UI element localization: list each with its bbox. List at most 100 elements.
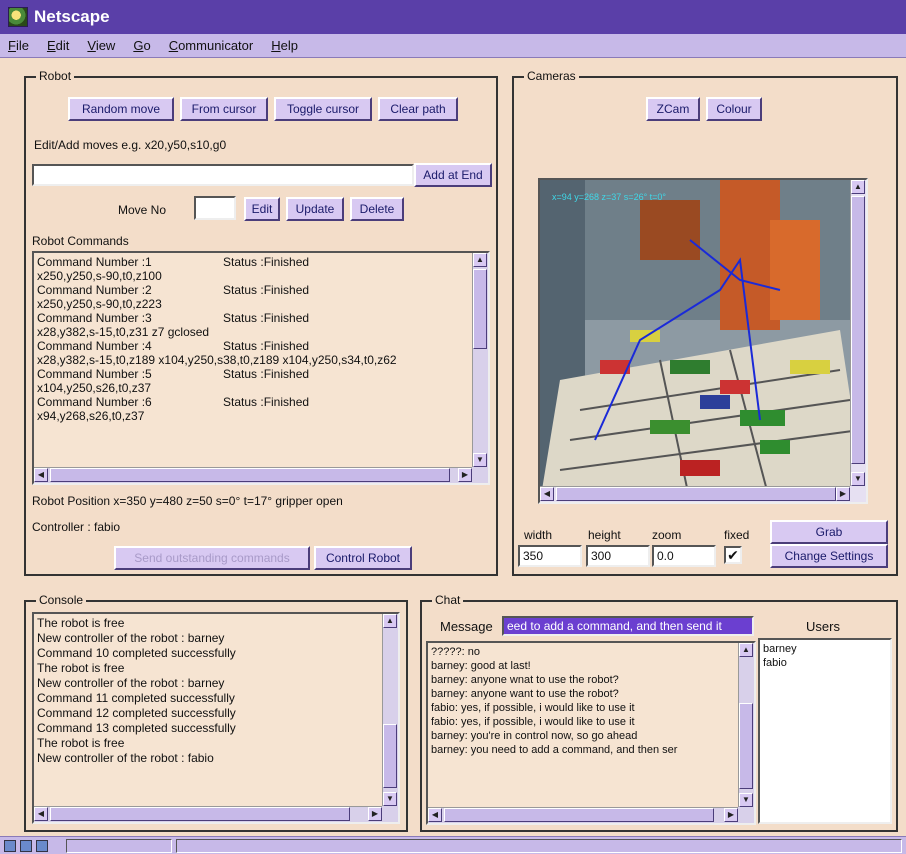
console-line: The robot is free	[37, 616, 125, 630]
menu-go[interactable]: Go	[133, 38, 150, 53]
status-icon	[4, 840, 16, 852]
user-item[interactable]: barney	[763, 642, 797, 656]
delete-button[interactable]: Delete	[350, 197, 404, 221]
chat-log[interactable]: ?????: no barney: good at last! barney: …	[426, 641, 756, 825]
chat-vscroll[interactable]: ▲ ▼	[738, 643, 754, 807]
camera-hscroll[interactable]: ◀ ▶	[540, 486, 850, 502]
user-item[interactable]: fabio	[763, 656, 797, 670]
console-legend: Console	[36, 593, 87, 607]
scroll-thumb[interactable]	[50, 468, 450, 482]
scroll-right-icon[interactable]: ▶	[458, 468, 472, 482]
command-head: Command Number :2	[37, 283, 152, 297]
scroll-thumb[interactable]	[383, 724, 397, 788]
console-vscroll[interactable]: ▲ ▼	[382, 614, 398, 806]
command-head: Command Number :6	[37, 395, 152, 409]
chat-line: barney: anyone wnat to use the robot?	[431, 674, 619, 686]
console-line: New controller of the robot : barney	[37, 631, 225, 645]
control-robot-button[interactable]: Control Robot	[314, 546, 412, 570]
random-move-button[interactable]: Random move	[68, 97, 174, 121]
chat-line: ?????: no	[431, 646, 480, 658]
zoom-input[interactable]: 0.0	[652, 545, 716, 567]
chat-line: barney: good at last!	[431, 660, 531, 672]
title-bar: Netscape	[0, 0, 906, 34]
scroll-down-icon[interactable]: ▼	[383, 792, 397, 806]
chat-line: barney: anyone want to use the robot?	[431, 688, 619, 700]
move-no-input[interactable]	[194, 196, 236, 220]
colour-button[interactable]: Colour	[706, 97, 762, 121]
scroll-up-icon[interactable]: ▲	[739, 643, 753, 657]
cameras-legend: Cameras	[524, 69, 579, 83]
menu-edit[interactable]: Edit	[47, 38, 69, 53]
camera-overlay-text: x=94 y=268 z=37 s=26° t=0°	[552, 192, 667, 202]
robot-position-label: Robot Position x=350 y=480 z=50 s=0° t=1…	[32, 494, 343, 508]
from-cursor-button[interactable]: From cursor	[180, 97, 268, 121]
status-progress-field	[66, 839, 172, 853]
height-input[interactable]: 300	[586, 545, 650, 567]
zoom-label: zoom	[652, 528, 682, 542]
grab-button[interactable]: Grab	[770, 520, 888, 544]
scroll-right-icon[interactable]: ▶	[368, 807, 382, 821]
console-line: New controller of the robot : barney	[37, 676, 225, 690]
command-status: Status :Finished	[223, 339, 310, 353]
scroll-left-icon[interactable]: ◀	[34, 468, 48, 482]
console-hscroll[interactable]: ◀ ▶	[34, 806, 382, 822]
scroll-corner	[850, 486, 866, 502]
camera-vscroll[interactable]: ▲ ▼	[850, 180, 866, 486]
scroll-left-icon[interactable]: ◀	[428, 808, 442, 822]
commands-text: Command Number :1 Status :Finished x250,y…	[37, 255, 457, 423]
command-detail: x104,y250,s26,t0,z37	[37, 381, 152, 395]
status-icon	[36, 840, 48, 852]
scroll-thumb[interactable]	[444, 808, 714, 822]
scroll-thumb[interactable]	[851, 196, 865, 464]
scroll-down-icon[interactable]: ▼	[739, 793, 753, 807]
menu-view[interactable]: View	[87, 38, 115, 53]
console-line: Command 10 completed successfully	[37, 646, 236, 660]
scroll-thumb[interactable]	[739, 703, 753, 789]
commands-hscroll[interactable]: ◀ ▶	[34, 467, 472, 483]
fixed-checkbox[interactable]: ✔	[724, 546, 742, 564]
command-detail: x28,y382,s-15,t0,z189 x104,y250,s38,t0,z…	[37, 353, 397, 367]
scroll-thumb[interactable]	[50, 807, 350, 821]
camera-view[interactable]: x=94 y=268 z=37 s=26° t=0° ▲ ▼ ◀ ▶	[538, 178, 868, 504]
clear-path-button[interactable]: Clear path	[378, 97, 458, 121]
command-row: Command Number :1 Status :Finished	[37, 255, 457, 269]
scroll-right-icon[interactable]: ▶	[724, 808, 738, 822]
scroll-thumb[interactable]	[473, 269, 487, 349]
robot-commands-list[interactable]: Command Number :1 Status :Finished x250,y…	[32, 251, 490, 485]
window-title: Netscape	[34, 7, 110, 26]
scroll-up-icon[interactable]: ▲	[473, 253, 487, 267]
commands-vscroll[interactable]: ▲ ▼	[472, 253, 488, 467]
chat-hscroll[interactable]: ◀ ▶	[428, 807, 738, 823]
users-label: Users	[806, 619, 840, 634]
message-label: Message	[440, 619, 493, 634]
users-list[interactable]: barney fabio	[758, 638, 892, 824]
toggle-cursor-button[interactable]: Toggle cursor	[274, 97, 372, 121]
menu-help[interactable]: Help	[271, 38, 298, 53]
zcam-button[interactable]: ZCam	[646, 97, 700, 121]
scroll-up-icon[interactable]: ▲	[851, 180, 865, 194]
scroll-left-icon[interactable]: ◀	[540, 487, 554, 501]
chat-text: ?????: no barney: good at last! barney: …	[431, 645, 677, 757]
console-log[interactable]: The robot is free New controller of the …	[32, 612, 400, 824]
edit-hint-label: Edit/Add moves e.g. x20,y50,s10,g0	[34, 138, 227, 152]
scroll-down-icon[interactable]: ▼	[851, 472, 865, 486]
add-at-end-button[interactable]: Add at End	[414, 163, 492, 187]
command-status: Status :Finished	[223, 367, 310, 381]
width-label: width	[524, 528, 553, 542]
scroll-up-icon[interactable]: ▲	[383, 614, 397, 628]
menu-file[interactable]: File	[8, 38, 29, 53]
change-settings-button[interactable]: Change Settings	[770, 544, 888, 568]
scroll-thumb[interactable]	[556, 487, 836, 501]
scroll-down-icon[interactable]: ▼	[473, 453, 487, 467]
send-outstanding-button[interactable]: Send outstanding commands	[114, 546, 310, 570]
chat-line: fabio: yes, if possible, i would like to…	[431, 702, 635, 714]
command-detail: x94,y268,s26,t0,z37	[37, 409, 145, 423]
add-move-input[interactable]	[32, 164, 414, 186]
update-button[interactable]: Update	[286, 197, 344, 221]
message-input[interactable]: eed to add a command, and then send it	[502, 616, 754, 636]
scroll-left-icon[interactable]: ◀	[34, 807, 48, 821]
menu-communicator[interactable]: Communicator	[169, 38, 254, 53]
width-input[interactable]: 350	[518, 545, 582, 567]
scroll-right-icon[interactable]: ▶	[836, 487, 850, 501]
edit-button[interactable]: Edit	[244, 197, 280, 221]
